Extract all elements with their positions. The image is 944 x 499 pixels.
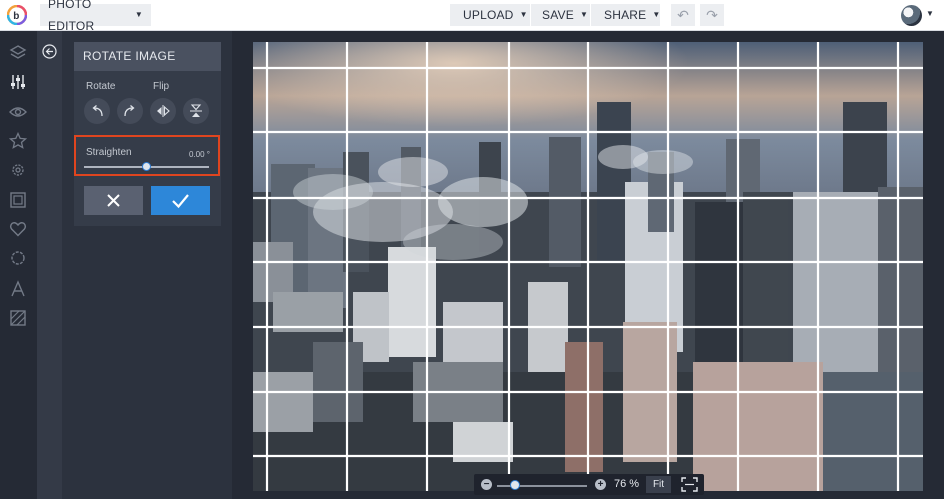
heart-icon[interactable] bbox=[9, 220, 27, 238]
zoom-out-icon[interactable]: − bbox=[481, 479, 492, 490]
text-icon[interactable] bbox=[9, 280, 27, 298]
chevron-down-icon: ▼ bbox=[519, 10, 528, 19]
share-label: SHARE bbox=[604, 8, 647, 22]
zoom-in-icon[interactable]: + bbox=[595, 479, 606, 490]
app-logo[interactable]: b bbox=[7, 5, 27, 25]
save-label: SAVE bbox=[542, 8, 574, 22]
panel-title: ROTATE IMAGE bbox=[74, 42, 221, 71]
flip-label: Flip bbox=[153, 81, 170, 92]
rotate-left-icon bbox=[92, 105, 103, 117]
adjust-icon[interactable] bbox=[9, 73, 27, 91]
flip-horizontal-icon bbox=[157, 105, 170, 117]
eye-icon[interactable] bbox=[9, 103, 27, 121]
app-menu-button[interactable]: PHOTO EDITOR ▼ bbox=[40, 0, 151, 33]
straighten-label: Straighten bbox=[86, 147, 132, 158]
avatar[interactable] bbox=[901, 5, 922, 26]
chevron-down-icon: ▼ bbox=[579, 10, 589, 19]
layers-icon[interactable] bbox=[9, 44, 27, 62]
city-photo bbox=[253, 42, 923, 491]
tool-sidebar bbox=[0, 31, 37, 499]
fullscreen-icon[interactable] bbox=[681, 477, 698, 492]
close-icon bbox=[107, 194, 120, 207]
frame-icon[interactable] bbox=[9, 191, 27, 209]
star-icon[interactable] bbox=[9, 132, 27, 150]
save-button[interactable]: SAVE ▼ bbox=[531, 4, 590, 26]
apply-button[interactable] bbox=[151, 186, 210, 215]
badge-icon[interactable] bbox=[9, 249, 27, 267]
zoom-percentage: 76 % bbox=[614, 478, 640, 490]
chevron-down-icon: ▼ bbox=[652, 10, 661, 19]
flip-horizontal-button[interactable] bbox=[150, 98, 176, 124]
rotate-label: Rotate bbox=[86, 81, 116, 92]
cancel-button[interactable] bbox=[84, 186, 143, 215]
upload-label: UPLOAD bbox=[463, 8, 514, 22]
share-button[interactable]: SHARE ▼ bbox=[591, 4, 660, 26]
flip-vertical-icon bbox=[190, 104, 202, 117]
chevron-down-icon: ▼ bbox=[134, 10, 143, 19]
panel-strip bbox=[37, 31, 62, 499]
photo-canvas[interactable] bbox=[253, 42, 923, 491]
upload-button[interactable]: UPLOAD ▼ bbox=[450, 4, 530, 26]
chevron-down-icon[interactable]: ▼ bbox=[926, 9, 934, 18]
gear-icon[interactable] bbox=[9, 161, 27, 179]
top-bar: b PHOTO EDITOR ▼ UPLOAD ▼ SAVE ▼ SHARE ▼… bbox=[0, 0, 944, 33]
redo-icon[interactable]: ↷ bbox=[700, 4, 724, 26]
rotate-right-icon bbox=[124, 105, 135, 117]
flip-vertical-button[interactable] bbox=[183, 98, 209, 124]
zoom-slider-thumb[interactable] bbox=[510, 480, 520, 490]
check-icon bbox=[172, 194, 189, 209]
rotate-left-button[interactable] bbox=[84, 98, 110, 124]
undo-icon[interactable]: ↶ bbox=[671, 4, 695, 26]
back-arrow-icon[interactable] bbox=[42, 44, 57, 59]
fit-button[interactable]: Fit bbox=[646, 476, 671, 493]
texture-icon[interactable] bbox=[9, 309, 27, 327]
straighten-slider-thumb[interactable] bbox=[142, 162, 151, 171]
straighten-value: 0.00 ° bbox=[189, 150, 210, 159]
svg-text:b: b bbox=[13, 11, 19, 22]
rotate-right-button[interactable] bbox=[117, 98, 143, 124]
